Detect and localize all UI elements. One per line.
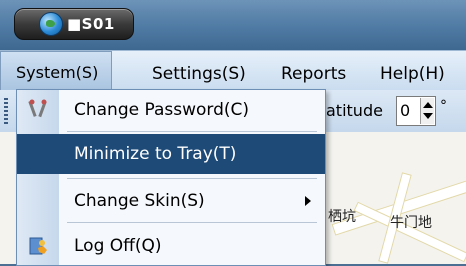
logoff-icon — [29, 237, 47, 255]
menu-item-label: Minimize to Tray(T) — [74, 144, 237, 164]
menu-item-change-password[interactable]: Change Password(C) — [17, 90, 325, 130]
menu-item-label: Change Password(C) — [74, 100, 250, 120]
degree-symbol: ° — [440, 98, 447, 114]
menu-system[interactable]: System(S) — [0, 51, 112, 91]
tools-icon — [28, 99, 47, 118]
window-titlebar: ■S01 — [0, 0, 466, 50]
spin-up-icon[interactable] — [423, 102, 433, 108]
menu-bar: System(S) Settings(S) Reports Help(H) — [0, 50, 466, 91]
latitude-input[interactable]: 0 — [396, 96, 436, 126]
menu-separator — [67, 131, 317, 132]
menu-separator — [67, 178, 317, 179]
globe-icon — [39, 12, 63, 36]
app-button[interactable]: ■S01 — [14, 8, 134, 40]
map-label: 栖坑 — [328, 209, 356, 225]
menu-separator — [67, 222, 317, 223]
latitude-value: 0 — [400, 101, 411, 120]
menu-system-label: System(S) — [16, 63, 99, 82]
spin-down-icon[interactable] — [423, 113, 433, 119]
submenu-arrow-icon — [305, 196, 311, 206]
map-label: 牛门地 — [390, 215, 432, 231]
menu-settings[interactable]: Settings(S) — [152, 64, 246, 84]
toolbar-grip[interactable] — [4, 98, 8, 124]
menu-item-label: Log Off(Q) — [74, 236, 162, 256]
menu-item-label: Change Skin(S) — [74, 191, 205, 211]
menu-item-minimize-to-tray[interactable]: Minimize to Tray(T) — [17, 134, 325, 174]
latitude-label: atitude — [326, 101, 383, 120]
app-title: ■S01 — [67, 15, 115, 33]
menu-item-log-off[interactable]: Log Off(Q) — [17, 226, 325, 266]
latitude-spinner[interactable] — [420, 98, 434, 124]
system-dropdown-menu: Change Password(C) Minimize to Tray(T) C… — [16, 89, 326, 266]
menu-help[interactable]: Help(H) — [380, 64, 445, 84]
menu-item-change-skin[interactable]: Change Skin(S) — [17, 181, 325, 221]
menu-reports[interactable]: Reports — [281, 64, 346, 84]
